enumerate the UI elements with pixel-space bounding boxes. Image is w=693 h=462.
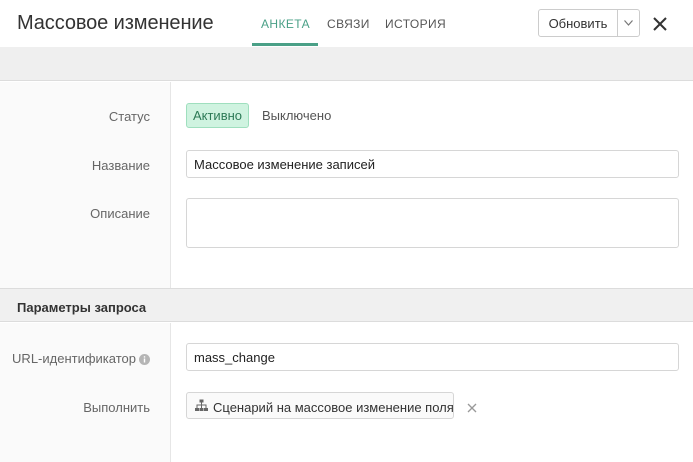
query-params-section-header: Параметры запроса bbox=[0, 288, 693, 322]
active-tab-indicator bbox=[252, 43, 318, 46]
tab-anketa[interactable]: АНКЕТА bbox=[261, 17, 310, 31]
execute-label: Выполнить bbox=[83, 400, 150, 415]
update-dropdown-toggle[interactable] bbox=[617, 10, 639, 36]
section-title: Параметры запроса bbox=[17, 300, 147, 315]
form-label-column: Статус Название Описание bbox=[0, 82, 171, 288]
page-title: Массовое изменение bbox=[17, 12, 214, 34]
chevron-down-icon bbox=[624, 20, 633, 26]
tab-istoriya[interactable]: ИСТОРИЯ bbox=[385, 17, 446, 31]
toolbar-strip bbox=[0, 47, 693, 81]
header: Массовое изменение АНКЕТА СВЯЗИ ИСТОРИЯ … bbox=[0, 0, 693, 47]
update-button-group: Обновить bbox=[538, 9, 640, 37]
status-label: Статус bbox=[108, 109, 150, 124]
info-icon[interactable] bbox=[139, 354, 150, 365]
url-id-label: URL-идентификатор bbox=[12, 351, 150, 366]
name-label: Название bbox=[91, 158, 150, 173]
name-field[interactable] bbox=[186, 150, 679, 178]
description-field[interactable] bbox=[186, 198, 679, 248]
update-button[interactable]: Обновить bbox=[539, 10, 617, 36]
url-id-field[interactable] bbox=[186, 343, 679, 371]
params-label-column: URL-идентификатор Выполнить bbox=[0, 323, 171, 462]
remove-icon[interactable] bbox=[467, 403, 477, 413]
status-active-option[interactable]: Активно bbox=[186, 103, 249, 128]
sitemap-icon bbox=[195, 399, 208, 411]
tab-svyazi[interactable]: СВЯЗИ bbox=[327, 17, 370, 31]
description-label: Описание bbox=[90, 206, 150, 221]
close-icon[interactable] bbox=[652, 16, 668, 32]
url-id-label-text: URL-идентификатор bbox=[12, 351, 136, 366]
scenario-tag[interactable]: Сценарий на массовое изменение поля bbox=[186, 392, 454, 419]
scenario-label: Сценарий на массовое изменение поля bbox=[213, 400, 454, 415]
status-off-option[interactable]: Выключено bbox=[262, 108, 331, 123]
